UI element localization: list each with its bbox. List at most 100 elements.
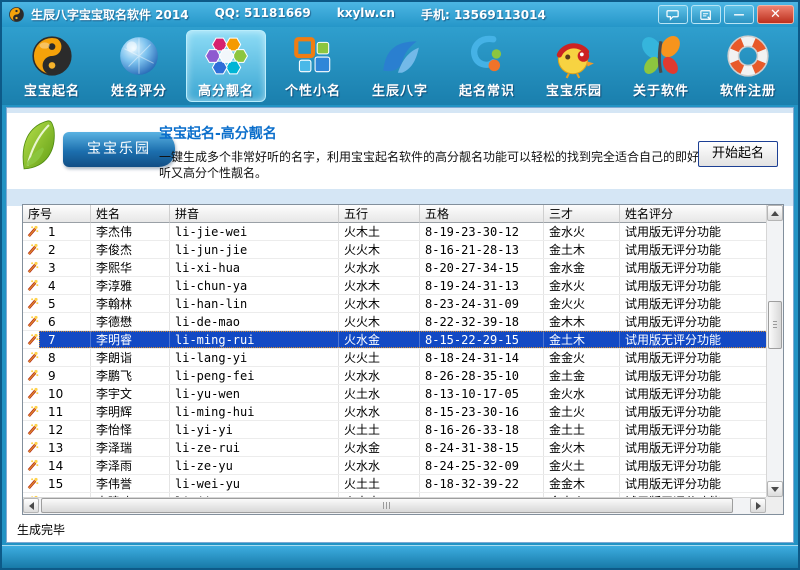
cell-wuxing: 火火土 — [339, 349, 420, 366]
app-qq: QQ: 51181669 — [215, 6, 311, 23]
cell-num: 14 — [39, 457, 91, 474]
scroll-down-button[interactable] — [767, 481, 783, 497]
table-row[interactable]: 1李杰伟li-jie-wei火木土8-19-23-30-12金水火试用版无评分功… — [23, 223, 766, 241]
row-main: 10李宇文li-yu-wen火土水8-13-10-17-05金火水试用版无评分功… — [39, 385, 768, 402]
cell-pinyin: li-ze-yu — [170, 457, 339, 474]
cell-pinyin: li-de-mao — [170, 313, 339, 330]
feedback-button[interactable] — [691, 5, 721, 24]
cell-num: 3 — [39, 259, 91, 276]
cell-sancai: 金土火 — [544, 403, 620, 420]
row-main: 2李俊杰li-jun-jie火火木8-16-21-28-13金土木试用版无评分功… — [39, 241, 768, 258]
cell-num: 8 — [39, 349, 91, 366]
vertical-scrollbar[interactable] — [766, 205, 783, 497]
cell-num: 9 — [39, 367, 91, 384]
column-header-3[interactable]: 拼音 — [170, 205, 339, 223]
table-row[interactable]: 11李明辉li-ming-hui火水水8-15-23-30-16金土火试用版无评… — [23, 403, 766, 421]
cell-wuxing: 火水水 — [339, 403, 420, 420]
cell-wuge: 8-16-26-33-18 — [420, 421, 544, 438]
cell-wuge: 8-18-24-31-14 — [420, 349, 544, 366]
cell-name: 李怡怿 — [91, 421, 170, 438]
table-row-selected[interactable]: 7李明睿li-ming-rui火水金8-15-22-29-15金土木试用版无评分… — [23, 331, 766, 349]
status-text: 生成完毕 — [17, 521, 65, 538]
cell-wuge: 8-19-23-30-12 — [420, 223, 544, 240]
chat-button[interactable] — [658, 5, 688, 24]
toolbar-item-label: 个性小名 — [285, 80, 341, 99]
horizontal-scroll-track[interactable] — [39, 498, 750, 514]
minimize-button[interactable]: — — [724, 5, 754, 24]
toolbar-item-baobao-qiming[interactable]: 宝宝起名 — [12, 30, 92, 102]
table-row[interactable]: 6李德懋li-de-mao火火木8-22-32-39-18金木木试用版无评分功能 — [23, 313, 766, 331]
content-panel: 宝宝乐园 宝宝起名-高分靓名 一键生成多个非常好听的名字，利用宝宝起名软件的高分… — [6, 107, 794, 543]
table-row[interactable]: 2李俊杰li-jun-jie火火木8-16-21-28-13金土木试用版无评分功… — [23, 241, 766, 259]
cell-num: 2 — [39, 241, 91, 258]
column-header-5[interactable]: 五格 — [420, 205, 544, 223]
cell-wuge: 8-18-32-39-22 — [420, 475, 544, 492]
table-row[interactable]: 4李淳雅li-chun-ya火水木8-19-24-31-13金水火试用版无评分功… — [23, 277, 766, 295]
table-row[interactable]: 13李泽瑞li-ze-rui火水金8-24-31-38-15金火木试用版无评分功… — [23, 439, 766, 457]
cell-wuge: 8-15-23-30-16 — [420, 403, 544, 420]
table-row[interactable]: 3李熙华li-xi-hua火水水8-20-27-34-15金水金试用版无评分功能 — [23, 259, 766, 277]
table-row[interactable]: 5李翰林li-han-lin火水木8-23-24-31-09金火火试用版无评分功… — [23, 295, 766, 313]
chat-bubble-icon — [666, 9, 680, 21]
footer-bar — [2, 545, 798, 568]
arrow-left-icon — [29, 502, 34, 510]
table-row[interactable]: 8李朗诣li-lang-yi火火土8-18-24-31-14金金火试用版无评分功… — [23, 349, 766, 367]
column-header-7[interactable]: 姓名评分 — [620, 205, 766, 223]
cell-score: 试用版无评分功能 — [620, 385, 768, 402]
scroll-right-button[interactable] — [750, 498, 766, 513]
close-button[interactable]: ✕ — [757, 5, 794, 24]
table-row[interactable]: 12李怡怿li-yi-yi火土土8-16-26-33-18金土土试用版无评分功能 — [23, 421, 766, 439]
column-header-4[interactable]: 五行 — [339, 205, 420, 223]
column-header-2[interactable]: 姓名 — [91, 205, 170, 223]
toolbar-item-guanyu-ruanjian[interactable]: 关于软件 — [621, 30, 701, 102]
cell-score: 试用版无评分功能 — [620, 277, 768, 294]
horizontal-scroll-thumb[interactable] — [41, 498, 733, 513]
horizontal-scrollbar[interactable] — [23, 497, 766, 514]
cell-wuxing: 火土土 — [339, 421, 420, 438]
toolbar-item-baobao-leyuan[interactable]: 宝宝乐园 — [534, 30, 614, 102]
cell-num: 6 — [39, 313, 91, 330]
toolbar-item-shengchen-bazi[interactable]: 生辰八字 — [360, 30, 440, 102]
column-header-1[interactable]: 序号 — [23, 205, 91, 223]
toolbar-item-qiming-changshi[interactable]: 起名常识 — [447, 30, 527, 102]
cell-wuge: 8-15-22-29-15 — [420, 331, 544, 348]
wand-icon — [23, 313, 39, 330]
cell-score: 试用版无评分功能 — [620, 313, 768, 330]
toolbar-item-xingming-pingfen[interactable]: 姓名评分 — [99, 30, 179, 102]
cell-num: 5 — [39, 295, 91, 312]
sphere-icon — [116, 33, 162, 79]
table-row[interactable]: 9李鹏飞li-peng-fei火水水8-26-28-35-10金土金试用版无评分… — [23, 367, 766, 385]
cell-pinyin: li-ming-hui — [170, 403, 339, 420]
cell-wuxing: 火火木 — [339, 313, 420, 330]
cell-sancai: 金土木 — [544, 331, 620, 348]
section-header: 宝宝乐园 宝宝起名-高分靓名 一键生成多个非常好听的名字，利用宝宝起名软件的高分… — [7, 113, 793, 189]
cell-wuxing: 火水水 — [339, 259, 420, 276]
cell-pinyin: li-han-lin — [170, 295, 339, 312]
toolbar-item-gexing-xiaoming[interactable]: 个性小名 — [273, 30, 353, 102]
table-row[interactable]: 14李泽雨li-ze-yu火水水8-24-25-32-09金火土试用版无评分功能 — [23, 457, 766, 475]
scroll-up-button[interactable] — [767, 205, 783, 221]
scroll-left-button[interactable] — [23, 498, 39, 513]
row-main: 15李伟誉li-wei-yu火土土8-18-32-39-22金金木试用版无评分功… — [39, 475, 768, 492]
cell-num: 12 — [39, 421, 91, 438]
cell-score: 试用版无评分功能 — [620, 367, 768, 384]
cell-wuxing: 火土土 — [339, 475, 420, 492]
cell-num: 10 — [39, 385, 91, 402]
toolbar-item-ruanjian-zhuce[interactable]: 软件注册 — [708, 30, 788, 102]
table-header: 序号姓名拼音五行五格三才姓名评分 — [23, 205, 766, 223]
table-row[interactable]: 10李宇文li-yu-wen火土水8-13-10-17-05金火水试用版无评分功… — [23, 385, 766, 403]
butterfly-icon — [638, 33, 684, 79]
column-header-6[interactable]: 三才 — [544, 205, 620, 223]
arrow-down-icon — [771, 487, 779, 492]
cell-name: 李鹏飞 — [91, 367, 170, 384]
app-logo: 宝宝乐园 — [15, 115, 175, 185]
toolbar-item-gaofen-liangming[interactable]: 高分靓名 — [186, 30, 266, 102]
start-naming-button[interactable]: 开始起名 — [698, 141, 778, 167]
vertical-scroll-thumb[interactable] — [768, 301, 782, 349]
vertical-scroll-track[interactable] — [767, 221, 783, 481]
toolbar-item-label: 生辰八字 — [372, 80, 428, 99]
toolbar-item-label: 姓名评分 — [111, 80, 167, 99]
cell-pinyin: li-yu-wen — [170, 385, 339, 402]
table-row[interactable]: 15李伟誉li-wei-yu火土土8-18-32-39-22金金木试用版无评分功… — [23, 475, 766, 493]
cell-score: 试用版无评分功能 — [620, 403, 768, 420]
